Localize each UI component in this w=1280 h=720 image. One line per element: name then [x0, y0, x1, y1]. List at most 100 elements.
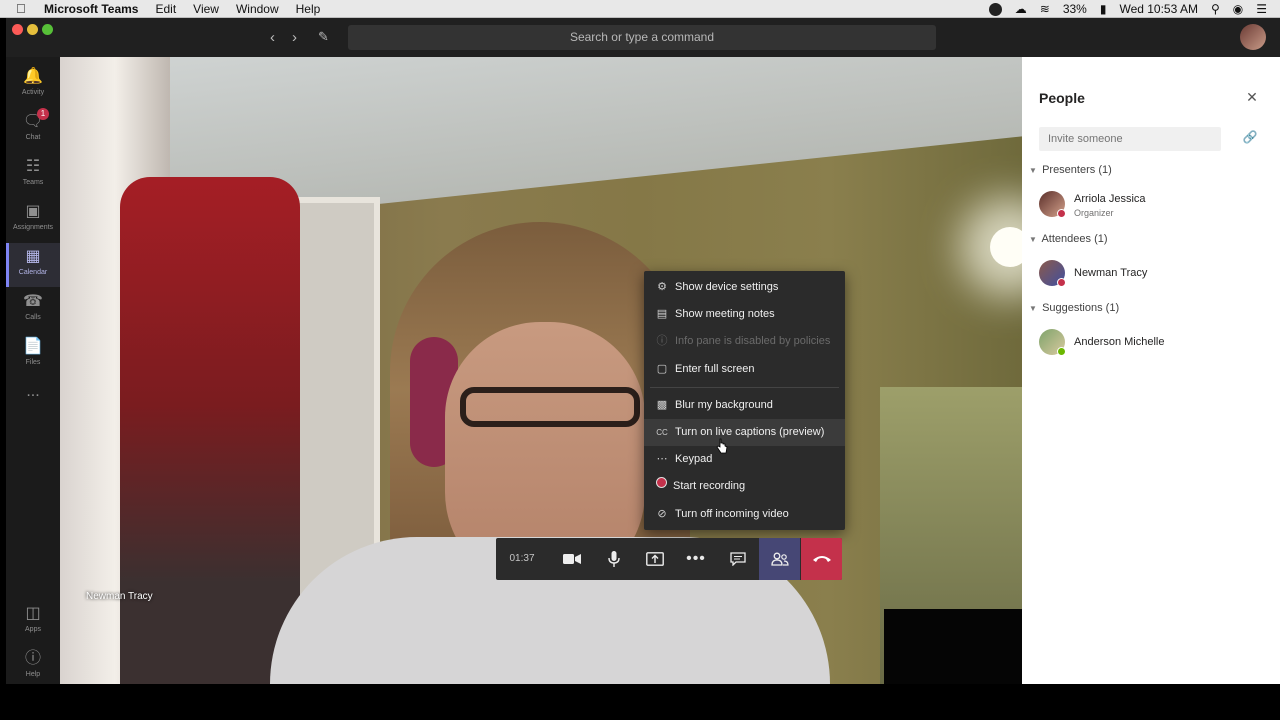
bell-icon: 🔔 — [23, 68, 43, 85]
forward-arrow-icon[interactable]: › — [292, 29, 297, 46]
menu-item-start-recording[interactable]: Start recording — [644, 473, 845, 500]
rail-item-teams[interactable]: ☷ Teams — [6, 153, 60, 197]
record-icon — [654, 469, 668, 499]
rail-item-chat[interactable]: 🗨 1 Chat — [6, 108, 60, 152]
rail-label: Files — [25, 359, 41, 366]
files-icon: 📄 — [23, 338, 43, 355]
menu-window[interactable]: Window — [236, 2, 279, 16]
rail-label: Assignments — [12, 224, 54, 231]
rail-label: Calls — [25, 314, 41, 321]
copy-link-icon[interactable]: 🔗 — [1241, 130, 1259, 146]
assignments-icon: ▣ — [25, 203, 41, 220]
apps-icon: ◫ — [25, 605, 41, 622]
rail-item-apps[interactable]: ◫ Apps — [6, 600, 60, 644]
show-participants-button[interactable] — [759, 538, 800, 580]
menu-item-live-captions[interactable]: CC Turn on live captions (preview) — [644, 419, 845, 446]
rail-label: Teams — [22, 179, 44, 186]
microphone-icon — [608, 551, 620, 567]
menu-edit[interactable]: Edit — [155, 2, 176, 16]
zoom-window-button[interactable] — [42, 24, 53, 35]
siri-icon[interactable]: ◉ — [1233, 2, 1243, 16]
rail-item-assignments[interactable]: ▣ Assignments — [6, 198, 60, 242]
more-icon: ... — [26, 383, 40, 400]
cloud-icon[interactable]: ☁ — [1015, 2, 1027, 16]
profile-avatar[interactable] — [1240, 24, 1266, 50]
rail-item-files[interactable]: 📄 Files — [6, 333, 60, 377]
phone-icon: ☎ — [23, 293, 43, 310]
menu-help[interactable]: Help — [296, 2, 321, 16]
rail-item-activity[interactable]: 🔔 Activity — [6, 63, 60, 107]
invite-someone-input[interactable] — [1039, 127, 1221, 151]
show-conversation-button[interactable] — [718, 538, 758, 580]
chat-icon: 🗨 — [22, 113, 44, 130]
more-actions-button[interactable]: ••• — [676, 538, 716, 580]
menu-item-label: Info pane is disabled by policies — [675, 335, 831, 347]
member-arriola-jessica[interactable]: Arriola Jessica Organizer — [1039, 188, 1269, 222]
share-screen-button[interactable] — [635, 538, 675, 580]
video-off-icon: ⊘ — [657, 508, 667, 520]
menu-app-name[interactable]: Microsoft Teams — [44, 2, 138, 16]
spotlight-icon[interactable]: ⚲ — [1211, 2, 1220, 16]
close-icon[interactable]: ✕ — [1242, 87, 1262, 107]
rail-item-calendar[interactable]: ▦ Calendar — [6, 243, 60, 287]
blur-icon: ▩ — [656, 399, 668, 411]
presence-busy-icon — [1057, 278, 1066, 287]
more-actions-menu: ⚙ Show device settings ▤ Show meeting no… — [644, 271, 845, 530]
back-arrow-icon[interactable]: ‹ — [270, 29, 275, 46]
menu-item-incoming-video[interactable]: ⊘ Turn off incoming video — [644, 501, 845, 528]
camera-icon — [563, 554, 581, 564]
minimize-window-button[interactable] — [27, 24, 38, 35]
teams-icon: ☷ — [25, 158, 41, 175]
menu-item-meeting-notes[interactable]: ▤ Show meeting notes — [644, 301, 845, 328]
battery-icon[interactable]: ▮ — [1100, 2, 1107, 16]
compose-icon[interactable]: ✎ — [318, 29, 329, 45]
group-count: (1) — [1098, 164, 1112, 176]
presence-busy-icon — [1057, 209, 1066, 218]
menu-item-keypad[interactable]: ⋯ Keypad — [644, 446, 845, 473]
video-backdrop-coats — [120, 177, 300, 684]
menu-item-label: Start recording — [673, 480, 746, 492]
status-icon[interactable] — [988, 2, 1002, 16]
menu-item-label: Blur my background — [675, 399, 773, 411]
mouse-pointer-icon — [716, 438, 728, 454]
menu-item-device-settings[interactable]: ⚙ Show device settings — [644, 274, 845, 301]
menu-item-full-screen[interactable]: ▢ Enter full screen — [644, 356, 845, 383]
notes-icon: ▤ — [656, 308, 668, 320]
rail-item-help[interactable]: ⓘ Help — [6, 645, 60, 684]
macos-menu-bar:  Microsoft Teams Edit View Window Help … — [0, 0, 1280, 18]
presence-available-icon — [1057, 347, 1066, 356]
menu-item-blur-background[interactable]: ▩ Blur my background — [644, 392, 845, 419]
self-video-preview[interactable] — [884, 609, 1022, 684]
menu-item-label: Turn on live captions (preview) — [675, 426, 825, 438]
title-bar: ‹ › ✎ Search or type a command — [6, 18, 1280, 57]
group-attendees[interactable]: ▼ Attendees (1) — [1029, 233, 1108, 245]
hang-up-button[interactable] — [801, 538, 842, 580]
member-newman-tracy[interactable]: Newman Tracy — [1039, 257, 1269, 291]
notification-center-icon[interactable]: ☰ — [1256, 2, 1267, 16]
mic-toggle-button[interactable] — [594, 538, 634, 580]
apple-menu-icon[interactable]:  — [16, 1, 30, 16]
camera-toggle-button[interactable] — [552, 538, 592, 580]
clock[interactable]: Wed 10:53 AM — [1119, 2, 1198, 16]
video-stage[interactable]: Newman Tracy — [60, 57, 1022, 684]
command-search-box[interactable]: Search or type a command — [348, 25, 936, 50]
rail-item-more[interactable]: ... — [6, 378, 60, 422]
menu-item-label: Show meeting notes — [675, 308, 775, 320]
menu-item-label: Turn off incoming video — [675, 508, 789, 520]
close-window-button[interactable] — [12, 24, 23, 35]
rail-label: Chat — [25, 134, 41, 141]
rail-label: Help — [25, 671, 41, 678]
group-label: Attendees — [1041, 233, 1091, 245]
more-options-icon: ••• — [686, 550, 706, 567]
rail-item-calls[interactable]: ☎ Calls — [6, 288, 60, 332]
member-name: Anderson Michelle — [1074, 336, 1165, 348]
group-presenters[interactable]: ▼ Presenters (1) — [1029, 164, 1112, 176]
wifi-icon[interactable]: ≋ — [1040, 2, 1050, 16]
menu-view[interactable]: View — [193, 2, 219, 16]
group-suggestions[interactable]: ▼ Suggestions (1) — [1029, 302, 1119, 314]
group-label: Presenters — [1042, 164, 1096, 176]
battery-percent[interactable]: 33% — [1063, 2, 1087, 16]
rail-label: Activity — [21, 89, 45, 96]
member-anderson-michelle[interactable]: Anderson Michelle — [1039, 326, 1269, 360]
member-role: Organizer — [1074, 208, 1114, 218]
